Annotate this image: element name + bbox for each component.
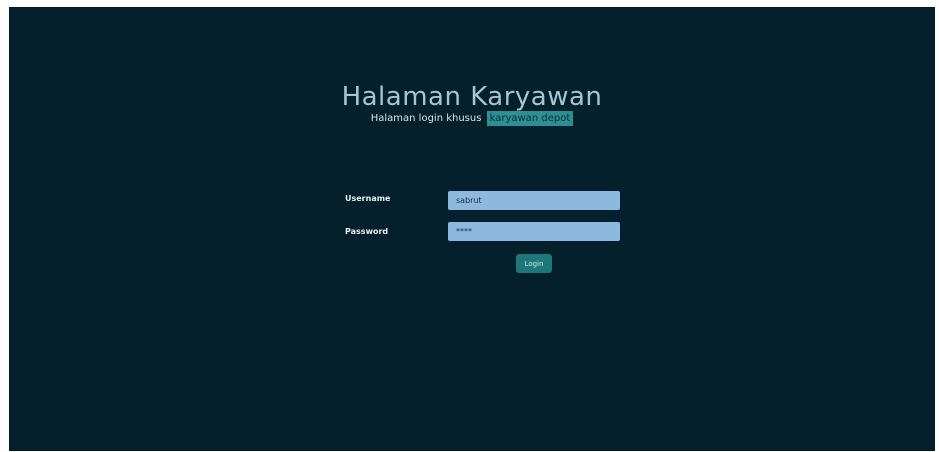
page-frame: Halaman Karyawan Halaman login khusus ka…: [0, 0, 939, 452]
username-input[interactable]: [448, 191, 620, 210]
password-label: Password: [345, 227, 389, 236]
page-subtitle: Halaman login khusus karyawan depot: [9, 111, 935, 127]
password-input[interactable]: [448, 222, 620, 241]
login-page: Halaman Karyawan Halaman login khusus ka…: [9, 7, 935, 451]
login-button[interactable]: Login: [516, 254, 552, 273]
subtitle-highlight: karyawan depot: [486, 111, 574, 126]
page-title: Halaman Karyawan: [341, 82, 603, 112]
username-label: Username: [345, 194, 391, 203]
subtitle-lead: Halaman login khusus: [370, 113, 482, 124]
